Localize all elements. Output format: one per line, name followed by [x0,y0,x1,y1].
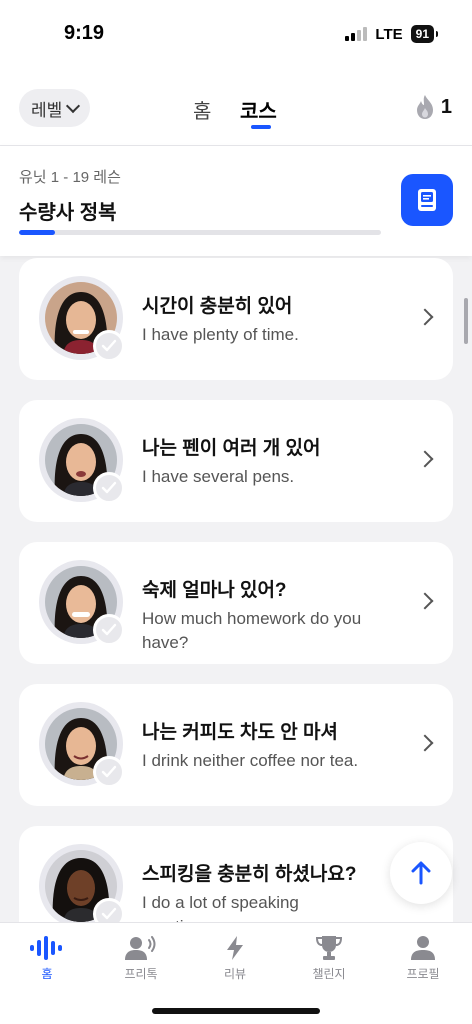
unit-title: 수량사 정복 [19,202,117,224]
chevron-right-icon [416,308,434,326]
nav-freetalk-label: 프리톡 [124,967,158,981]
chevron-right-icon [416,734,434,752]
signal-icon [345,27,368,41]
lesson-title: 시간이 충분히 있어 [142,296,293,317]
unit-progress-fill [19,230,56,235]
chevron-right-icon [416,450,434,468]
nav-home[interactable]: 홈 [17,935,77,982]
nav-profile[interactable]: 프로필 [393,935,453,982]
nav-review-label: 리뷰 [223,967,247,981]
unit-header: 유닛 1 - 19 레슨 수량사 정복 [0,146,472,256]
completed-check-icon [93,330,125,362]
tab-course[interactable]: 코스 [240,95,277,124]
streak-counter[interactable]: 1 [415,94,452,120]
completed-check-icon [93,756,125,788]
active-tab-indicator [251,125,271,129]
avatar [39,276,125,362]
bottom-navigation: 홈 프리톡 리뷰 챌린지 프로필 [0,922,472,1024]
lesson-card[interactable]: 나는 펜이 여러 개 있어 I have several pens. [19,400,453,522]
book-icon [418,189,436,211]
avatar [39,418,125,504]
nav-freetalk[interactable]: 프리톡 [111,935,171,982]
top-navigation: 레벨 홈 코스 1 [0,70,472,146]
unit-progress-bar [19,230,381,235]
flame-icon [416,95,433,119]
scrollbar[interactable] [464,298,468,344]
trophy-icon [315,936,343,960]
lesson-translation: I have several pens. [142,467,295,486]
nav-home-label: 홈 [41,967,53,981]
lesson-title: 스피킹을 충분히 하셨나요? [142,864,357,885]
lesson-card[interactable]: 숙제 얼마나 있어? How much homework do you have… [19,542,453,664]
completed-check-icon [93,614,125,646]
nav-challenge-label: 챌린지 [312,967,346,981]
scroll-to-top-button[interactable] [390,842,452,904]
avatar [39,560,125,646]
lesson-card[interactable]: 나는 커피도 차도 안 마셔 I drink neither coffee no… [19,684,453,806]
status-time: 9:19 [64,22,105,44]
chevron-down-icon [66,98,81,113]
battery-icon: 91 [410,25,439,43]
lesson-translation: I drink neither coffee nor tea. [142,751,359,770]
lesson-title: 나는 펜이 여러 개 있어 [142,438,321,459]
arrow-up-icon [411,861,431,885]
completed-check-icon [93,472,125,504]
home-indicator [152,1008,320,1014]
status-bar: 9:19 LTE 91 [0,0,472,70]
lightning-icon [227,936,243,960]
level-dropdown[interactable]: 레벨 [19,89,91,127]
nav-profile-label: 프로필 [406,967,440,981]
level-label: 레벨 [31,100,63,120]
avatar [39,844,125,930]
nav-review[interactable]: 리뷰 [205,935,265,982]
speaking-person-icon [125,936,156,960]
streak-count: 1 [440,95,452,118]
nav-challenge[interactable]: 챌린지 [299,935,359,982]
avatar [39,702,125,788]
lesson-title: 나는 커피도 차도 안 마셔 [142,722,338,743]
vocabulary-book-button[interactable] [401,174,453,226]
chevron-right-icon [416,592,434,610]
tab-home[interactable]: 홈 [193,95,211,124]
lesson-translation: How much homework do you have? [142,609,362,652]
waveform-icon [30,936,62,960]
person-icon [411,936,435,960]
unit-subtitle: 유닛 1 - 19 레슨 [19,169,121,186]
lesson-card[interactable]: 시간이 충분히 있어 I have plenty of time. [19,258,453,380]
lesson-title: 숙제 얼마나 있어? [142,580,287,601]
lesson-translation: I have plenty of time. [142,325,299,344]
status-indicators: LTE 91 [345,25,439,43]
network-label: LTE [375,25,403,43]
